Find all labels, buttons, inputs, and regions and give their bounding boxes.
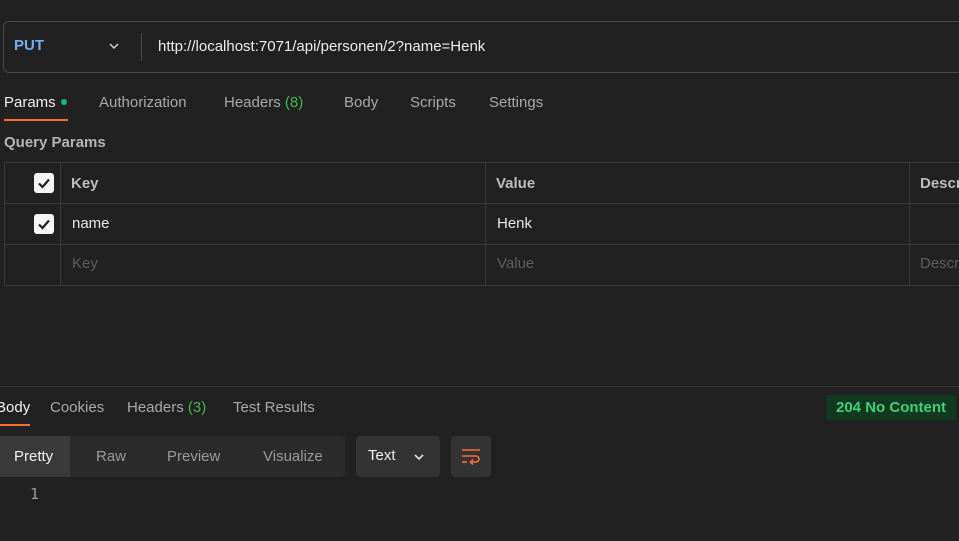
chevron-down-icon[interactable] (106, 38, 122, 54)
tab-settings[interactable]: Settings (489, 94, 543, 111)
headers-count: (8) (284, 94, 304, 111)
query-params-title: Query Params (4, 134, 106, 151)
tab-params[interactable]: Params (4, 94, 67, 111)
new-param-description-input[interactable]: Descr (920, 255, 959, 272)
method-selector[interactable]: PUT (14, 37, 44, 54)
tab-params-label: Params (4, 94, 56, 111)
column-header-description: Descr (920, 175, 959, 192)
new-param-key-input[interactable]: Key (72, 255, 98, 272)
tab-headers-label: Headers (224, 94, 281, 111)
row-divider (4, 244, 959, 245)
response-tab-cookies[interactable]: Cookies (50, 399, 104, 416)
url-divider (141, 33, 142, 61)
new-param-value-input[interactable]: Value (497, 255, 534, 272)
checkmark-icon (38, 219, 50, 230)
status-badge[interactable]: 204 No Content (826, 395, 957, 420)
view-preview[interactable]: Preview (167, 448, 220, 465)
column-divider (485, 162, 486, 286)
view-raw[interactable]: Raw (96, 448, 126, 465)
chevron-down-icon (414, 454, 424, 461)
tab-authorization[interactable]: Authorization (99, 94, 187, 111)
tab-body[interactable]: Body (344, 94, 378, 111)
line-number: 1 (30, 485, 40, 503)
checkmark-icon (38, 178, 50, 189)
column-header-key: Key (71, 175, 99, 192)
column-divider (909, 162, 910, 286)
select-all-checkbox[interactable] (34, 173, 54, 193)
response-tab-body[interactable]: Body (0, 399, 30, 416)
word-wrap-icon (462, 449, 480, 466)
params-active-dot (60, 99, 67, 105)
view-visualize[interactable]: Visualize (263, 448, 323, 465)
response-headers-label: Headers (127, 399, 184, 416)
params-table (4, 162, 959, 286)
tab-headers[interactable]: Headers (8) (224, 94, 303, 111)
column-header-value: Value (496, 175, 536, 192)
response-tab-headers[interactable]: Headers (3) (127, 399, 206, 416)
format-select-label: Text (368, 447, 396, 464)
tab-scripts[interactable]: Scripts (410, 94, 456, 111)
row-divider (4, 203, 959, 204)
param-key-cell[interactable]: name (72, 215, 110, 232)
response-headers-count: (3) (187, 399, 207, 416)
param-value-cell[interactable]: Henk (497, 215, 532, 232)
response-active-underline (0, 424, 30, 426)
column-divider (60, 162, 61, 286)
url-input[interactable]: http://localhost:7071/api/personen/2?nam… (158, 38, 485, 55)
view-pretty[interactable]: Pretty (14, 448, 53, 465)
param-enabled-checkbox[interactable] (34, 214, 54, 234)
response-divider (0, 386, 959, 387)
response-tab-test-results[interactable]: Test Results (233, 399, 315, 416)
active-tab-underline (4, 119, 68, 121)
